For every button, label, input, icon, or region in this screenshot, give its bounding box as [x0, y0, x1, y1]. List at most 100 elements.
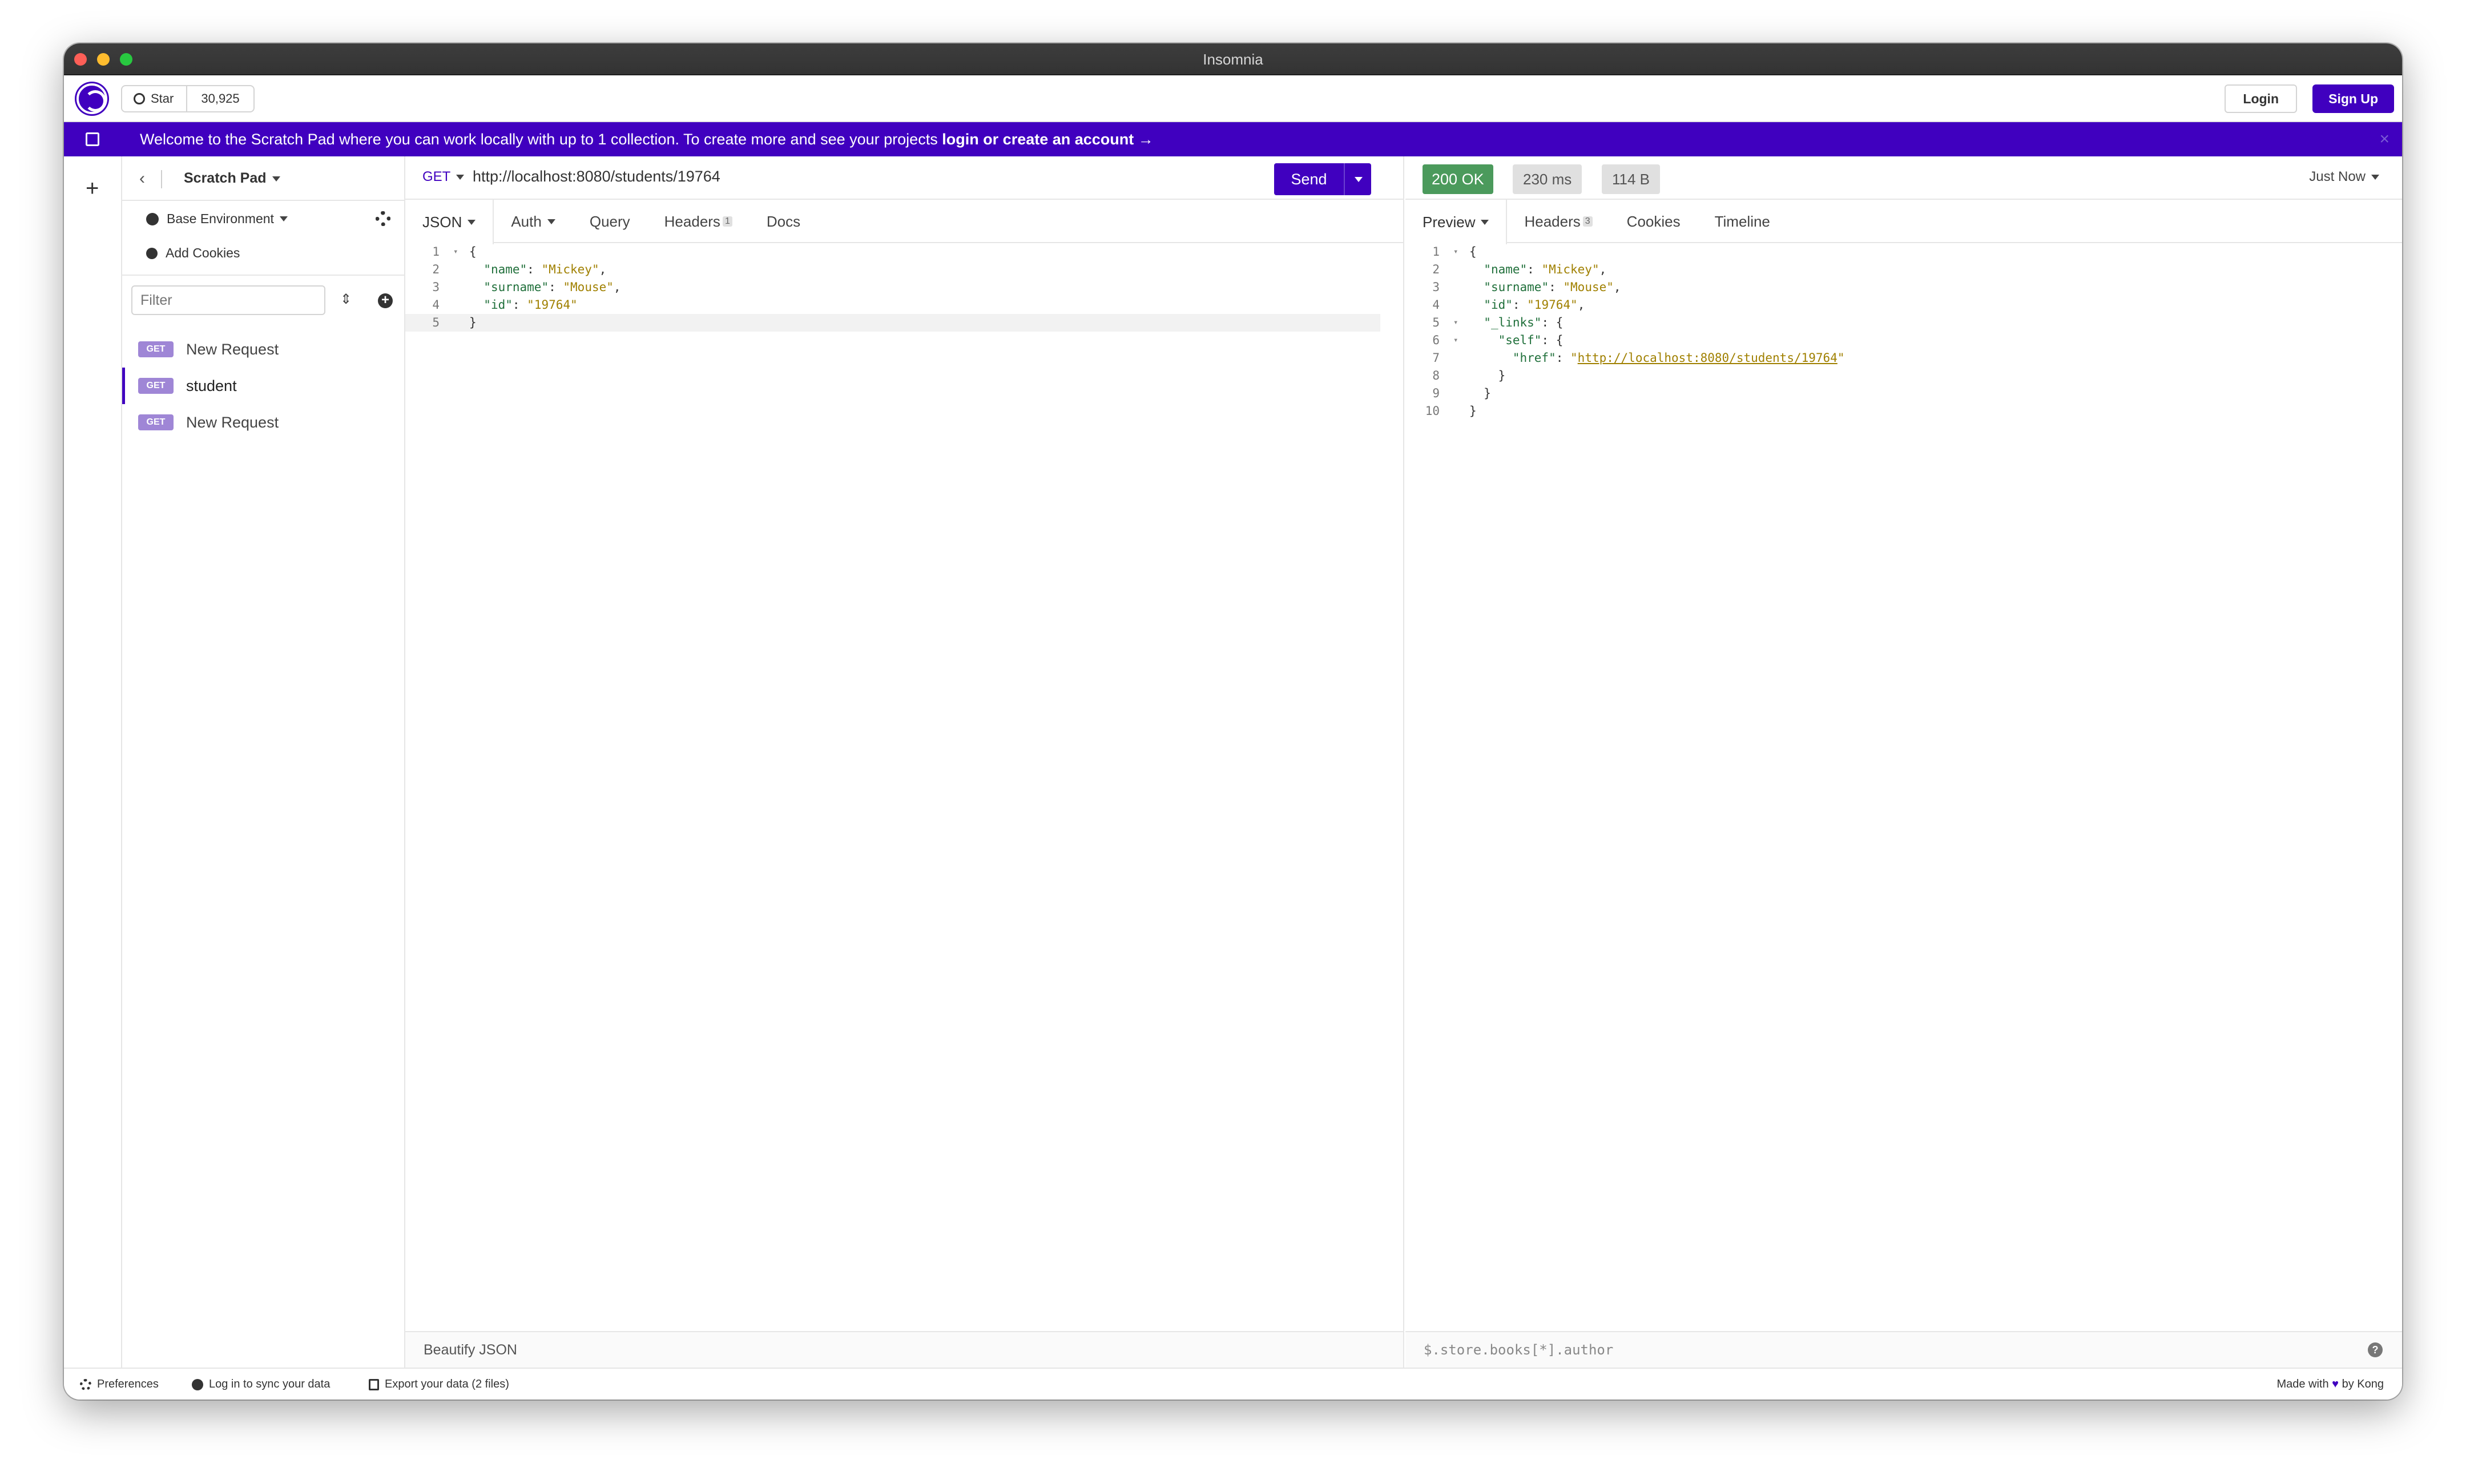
preferences-label: Preferences: [97, 1378, 159, 1390]
json-string: "Mickey": [1541, 263, 1599, 276]
code-line: 3 "surname": "Mouse",: [1405, 279, 2402, 296]
json-string: "Mickey": [541, 263, 599, 276]
fold-chevron-icon: ▾: [1453, 318, 1458, 327]
preferences-button[interactable]: Preferences: [80, 1378, 159, 1391]
history-label: Just Now: [2309, 169, 2366, 184]
tab-label: Docs: [766, 212, 801, 230]
fold-chevron-icon: ▾: [1453, 336, 1458, 345]
method-label: GET: [422, 169, 451, 184]
tab-auth[interactable]: Auth: [494, 200, 573, 243]
star-count[interactable]: 30,925: [187, 86, 253, 111]
close-window-button[interactable]: [74, 53, 87, 66]
line-number: 4: [432, 298, 440, 312]
line-number: 4: [1432, 298, 1440, 312]
divider: [161, 170, 162, 188]
json-key: "id": [1484, 298, 1513, 312]
github-star-button[interactable]: Star: [122, 86, 188, 111]
code-line: 2 "name": "Mickey",: [405, 261, 1403, 279]
json-link[interactable]: http://localhost:8080/students/19764: [1578, 351, 1838, 365]
export-label: Export your data (2 files): [385, 1378, 509, 1390]
tab-docs[interactable]: Docs: [750, 200, 817, 243]
tab-response-headers[interactable]: Headers 3: [1507, 200, 1609, 243]
sort-icon[interactable]: ⇕: [340, 291, 352, 308]
request-item[interactable]: GET New Request: [122, 331, 404, 368]
code-text: "name": "Mickey",: [483, 263, 607, 276]
method-dropdown[interactable]: GET: [422, 169, 465, 185]
json-key: "self": [1498, 333, 1542, 347]
send-options-dropdown[interactable]: [1344, 163, 1371, 195]
status-text: OK: [1461, 171, 1484, 188]
export-data-button[interactable]: Export your data (2 files): [369, 1378, 509, 1391]
code-line: 1 ▾ {: [1405, 243, 2402, 261]
environment-dot-icon: [146, 212, 159, 225]
response-time-badge: 230 ms: [1513, 164, 1582, 194]
status-badge: 200 OK: [1423, 164, 1493, 194]
history-dropdown[interactable]: Just Now: [2309, 169, 2379, 185]
tab-cookies[interactable]: Cookies: [1610, 200, 1698, 243]
environment-settings-gear-icon[interactable]: [376, 211, 390, 226]
request-body-editor[interactable]: 1 ▾{2 "name": "Mickey", 3 "surname": "Mous…: [405, 243, 1403, 1331]
request-item-active[interactable]: GET student: [122, 368, 404, 404]
method-badge: GET: [138, 378, 174, 394]
json-key: "surname": [483, 280, 549, 294]
project-dropdown[interactable]: Scratch Pad: [184, 170, 280, 187]
code-text: "_links": {: [1484, 316, 1564, 329]
made-suffix: by Kong: [2342, 1378, 2384, 1390]
sync-login-button[interactable]: Log in to sync your data: [192, 1378, 330, 1391]
send-button[interactable]: Send: [1274, 163, 1344, 195]
tab-query[interactable]: Query: [573, 200, 647, 243]
code-text: {: [1469, 245, 1477, 259]
tab-preview[interactable]: Preview: [1405, 200, 1508, 244]
tab-label: Auth: [511, 212, 542, 230]
scratch-pad-banner: Welcome to the Scratch Pad where you can…: [64, 122, 2402, 156]
url-input[interactable]: http://localhost:8080/students/19764: [473, 168, 720, 186]
code-line: 7 "href": "http://localhost:8080/student…: [1405, 349, 2402, 367]
request-item[interactable]: GET New Request: [122, 404, 404, 441]
back-chevron-icon[interactable]: ‹: [139, 169, 145, 188]
response-status-bar: 200 OK 230 ms 114 B Just Now: [1405, 156, 2402, 200]
tab-body-json[interactable]: JSON: [405, 200, 494, 244]
export-icon: [369, 1378, 379, 1390]
line-number: 2: [432, 263, 440, 276]
signup-button[interactable]: Sign Up: [2312, 84, 2394, 113]
title-bar: Insomnia: [64, 43, 2402, 75]
headers-count-badge: 3: [1582, 216, 1593, 227]
window-title: Insomnia: [1203, 51, 1263, 68]
tab-timeline[interactable]: Timeline: [1698, 200, 1787, 243]
sidebar-header: ‹ Scratch Pad: [122, 156, 404, 201]
request-pane: GET http://localhost:8080/students/19764…: [405, 156, 1404, 1368]
request-filter-input[interactable]: [131, 285, 325, 315]
login-button[interactable]: Login: [2225, 84, 2297, 113]
tab-label: Preview: [1423, 213, 1476, 231]
caret-down-icon: [1481, 219, 1489, 225]
code-line: 2 "name": "Mickey",: [1405, 261, 2402, 279]
banner-close-icon[interactable]: ×: [2379, 122, 2390, 156]
code-line: 6 ▾ "self": {: [1405, 332, 2402, 349]
response-tabs: Preview Headers 3 Cookies Timeline: [1405, 200, 2402, 244]
cookie-icon: [146, 247, 158, 259]
code-line: 4 "id": "19764",: [1405, 296, 2402, 314]
add-icon[interactable]: +: [86, 177, 99, 200]
response-filter-input[interactable]: $.store.books[*].author ?: [1405, 1331, 2402, 1368]
tab-label: Query: [589, 212, 630, 230]
help-icon[interactable]: ?: [2368, 1342, 2383, 1357]
github-star-group[interactable]: Star 30,925: [121, 85, 255, 112]
add-cookies-button[interactable]: Add Cookies: [146, 245, 240, 261]
caret-down-icon: [2371, 175, 2379, 180]
tab-headers[interactable]: Headers 1: [647, 200, 750, 243]
banner-message: Welcome to the Scratch Pad where you can…: [140, 131, 942, 148]
add-request-icon[interactable]: +: [378, 293, 393, 308]
beautify-json-button[interactable]: Beautify JSON: [405, 1331, 1403, 1368]
json-key: "_links": [1484, 316, 1542, 329]
insomnia-logo-icon[interactable]: [76, 83, 107, 114]
heart-icon: ♥: [2332, 1378, 2339, 1390]
zoom-window-button[interactable]: [120, 53, 132, 66]
banner-login-link[interactable]: login or create an account →: [942, 131, 1154, 148]
environment-selector[interactable]: Base Environment: [146, 211, 288, 227]
request-list: GET New Request GET student GET New Requ…: [122, 331, 404, 441]
json-string: "19764": [527, 298, 578, 312]
code-text: }: [1469, 404, 1477, 418]
tab-label: Headers: [664, 212, 720, 230]
minimize-window-button[interactable]: [97, 53, 110, 66]
edit-icon: [86, 132, 99, 146]
